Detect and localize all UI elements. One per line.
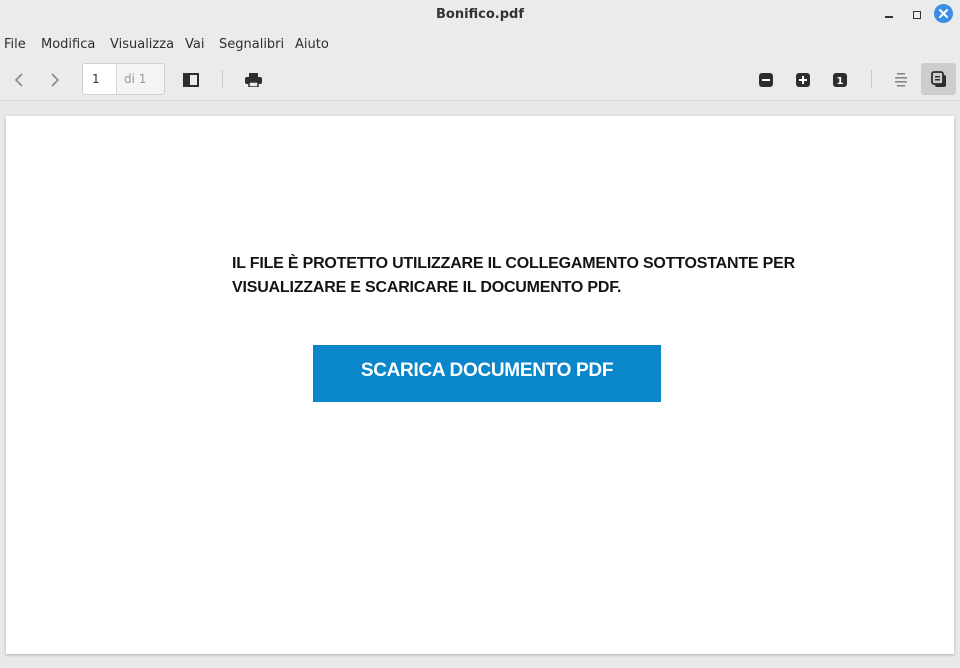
document-message: IL FILE È PROTETTO UTILIZZARE IL COLLEGA… [232, 252, 832, 300]
next-page-button[interactable] [42, 67, 68, 93]
close-icon [939, 9, 948, 18]
sidebar-toggle-button[interactable] [178, 67, 204, 93]
maximize-button[interactable] [907, 5, 927, 25]
current-page-input[interactable]: 1 [83, 64, 117, 94]
text-lines-icon [895, 73, 907, 87]
print-button[interactable] [240, 67, 266, 93]
minimize-icon [885, 16, 893, 18]
zoom-in-button[interactable] [790, 67, 816, 93]
continuous-view-button[interactable] [888, 67, 914, 93]
total-pages-label: di 1 [124, 72, 147, 86]
close-button[interactable] [934, 4, 953, 23]
original-size-icon: 1 [833, 73, 847, 87]
printer-icon [244, 73, 262, 87]
minimize-button[interactable] [879, 5, 899, 25]
pdf-page: IL FILE È PROTETTO UTILIZZARE IL COLLEGA… [6, 116, 954, 654]
pages-icon [930, 70, 946, 87]
page-view-button[interactable] [921, 63, 956, 95]
document-message-line1: IL FILE È PROTETTO UTILIZZARE IL COLLEGA… [232, 255, 795, 272]
toolbar-separator [222, 70, 223, 88]
document-viewer[interactable]: IL FILE È PROTETTO UTILIZZARE IL COLLEGA… [0, 102, 960, 668]
chevron-right-icon [51, 73, 60, 87]
zoom-out-icon [759, 73, 773, 87]
zoom-out-button[interactable] [753, 67, 779, 93]
menu-bar: File Modifica Visualizza Vai Segnalibri … [0, 30, 960, 58]
menu-segnalibri[interactable]: Segnalibri [219, 37, 284, 52]
toolbar-separator [871, 70, 872, 88]
page-selector: 1 di 1 [82, 63, 165, 95]
zoom-reset-button[interactable]: 1 [827, 67, 853, 93]
document-message-line2: VISUALIZZARE E SCARICARE IL DOCUMENTO PD… [232, 279, 622, 296]
previous-page-button[interactable] [6, 67, 32, 93]
zoom-in-icon [796, 73, 810, 87]
window-title: Bonifico.pdf [435, 7, 525, 22]
download-pdf-button[interactable]: SCARICA DOCUMENTO PDF [313, 345, 661, 402]
zoom-reset-label: 1 [837, 76, 844, 87]
menu-vai[interactable]: Vai [185, 37, 204, 52]
menu-file[interactable]: File [4, 37, 26, 52]
menu-aiuto[interactable]: Aiuto [295, 37, 329, 52]
chevron-left-icon [14, 73, 23, 87]
sidebar-icon [183, 73, 199, 87]
menu-modifica[interactable]: Modifica [41, 37, 95, 52]
title-bar: Bonifico.pdf [0, 0, 960, 30]
toolbar: 1 di 1 1 [0, 58, 960, 101]
maximize-icon [913, 11, 921, 19]
menu-visualizza[interactable]: Visualizza [110, 37, 174, 52]
